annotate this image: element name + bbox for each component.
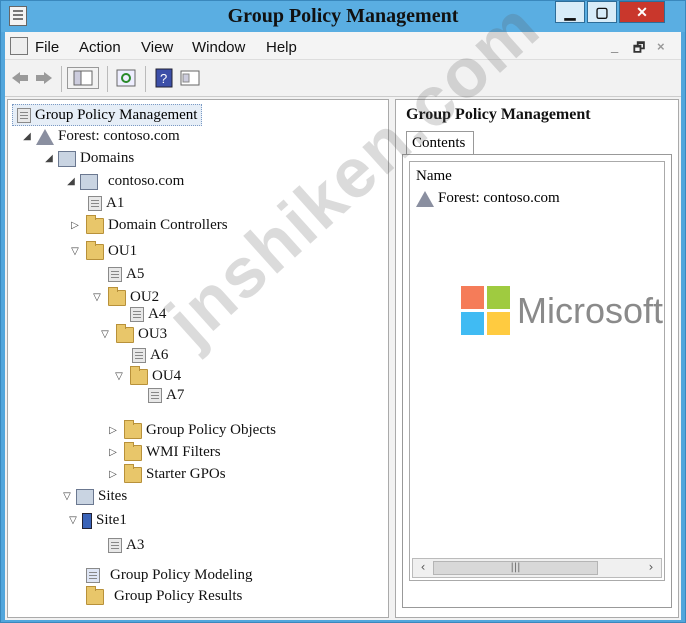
tree-node-gpo[interactable]: ▷ Group Policy Objects <box>108 419 276 439</box>
microsoft-logo-icon <box>461 286 511 336</box>
collapse-arrow-icon[interactable]: ◢ <box>44 153 54 164</box>
mdi-close-button[interactable]: × <box>657 39 665 54</box>
contents-list[interactable]: Name Forest: contoso.com ‹ ||| › <box>409 161 665 581</box>
domains-icon <box>58 150 76 167</box>
properties-icon[interactable] <box>179 67 201 89</box>
scroll-left-icon[interactable]: ‹ <box>414 560 432 576</box>
tree-node-sites[interactable]: ▽ Sites <box>62 488 127 505</box>
collapse-arrow-icon[interactable]: ▽ <box>100 329 110 340</box>
forward-arrow-icon[interactable] <box>33 67 55 89</box>
collapse-arrow-icon[interactable]: ▽ <box>68 515 78 526</box>
gpo-link-icon <box>148 388 162 403</box>
scroll-right-icon[interactable]: › <box>642 560 660 576</box>
collapse-arrow-icon[interactable]: ◢ <box>22 131 32 142</box>
details-title: Group Policy Management <box>406 106 591 123</box>
tree-node-forest[interactable]: ◢ Forest: contoso.com <box>22 128 180 145</box>
tab-contents[interactable]: Contents <box>406 131 474 155</box>
menu-bar: File Action View Window Help _ 🗗 × <box>5 32 681 60</box>
tree-node-a4[interactable]: A4 <box>130 306 166 323</box>
tree-node-domain-controllers[interactable]: ▷ Domain Controllers <box>70 214 228 234</box>
menu-file[interactable]: File <box>35 39 59 56</box>
microsoft-logo: Microsoft <box>461 286 663 336</box>
collapse-arrow-icon[interactable]: ▽ <box>70 246 80 257</box>
forest-icon <box>416 190 434 207</box>
mdi-minimize-button[interactable]: _ <box>611 39 618 54</box>
menu-view[interactable]: View <box>141 39 173 56</box>
gpo-folder-icon <box>124 419 142 439</box>
expand-arrow-icon[interactable]: ▷ <box>108 425 118 436</box>
scroll-thumb[interactable]: ||| <box>433 561 598 575</box>
tree-node-results[interactable]: Group Policy Results <box>86 585 242 605</box>
maximize-button[interactable]: ▢ <box>587 1 617 23</box>
horizontal-scrollbar[interactable]: ‹ ||| › <box>412 558 662 578</box>
tree-node-a5[interactable]: A5 <box>108 266 144 283</box>
tab-panel: Name Forest: contoso.com ‹ ||| › <box>402 154 672 608</box>
tree-node-wmi[interactable]: ▷ WMI Filters <box>108 441 221 461</box>
gpo-link-icon <box>108 267 122 282</box>
menu-help[interactable]: Help <box>266 39 297 56</box>
menu-action[interactable]: Action <box>79 39 121 56</box>
refresh-icon[interactable] <box>115 67 137 89</box>
show-hide-tree-icon[interactable] <box>67 67 99 89</box>
svg-text:?: ? <box>160 71 167 86</box>
console-icon <box>10 37 28 55</box>
tree-node-starter[interactable]: ▷ Starter GPOs <box>108 463 226 483</box>
menu-window[interactable]: Window <box>192 39 245 56</box>
collapse-arrow-icon[interactable]: ▽ <box>62 491 72 502</box>
close-button[interactable]: ✕ <box>619 1 665 23</box>
ou-folder-icon <box>86 240 104 260</box>
toolbar-separator <box>61 66 62 92</box>
tree-root-node[interactable]: Group Policy Management <box>12 104 203 126</box>
back-arrow-icon[interactable] <box>9 67 31 89</box>
tree-node-ou3[interactable]: ▽ OU3 <box>100 323 167 343</box>
expand-arrow-icon[interactable]: ▷ <box>108 447 118 458</box>
list-item[interactable]: Forest: contoso.com <box>416 190 560 207</box>
domain-icon <box>80 173 98 190</box>
ou-folder-icon <box>116 323 134 343</box>
ou-folder-icon <box>108 286 126 306</box>
sites-icon <box>76 488 94 505</box>
ou-folder-icon <box>86 214 104 234</box>
details-pane: Group Policy Management Contents Name Fo… <box>395 99 679 618</box>
tree-pane: Group Policy Management ◢ Forest: contos… <box>7 99 389 618</box>
starter-folder-icon <box>124 463 142 483</box>
tree-node-a6[interactable]: A6 <box>132 347 168 364</box>
tree-node-site1[interactable]: ▽ Site1 <box>68 512 127 529</box>
microsoft-logo-text: Microsoft <box>517 290 664 331</box>
collapse-arrow-icon[interactable]: ◢ <box>66 176 76 187</box>
gpo-link-icon <box>130 307 144 322</box>
gpo-link-icon <box>88 196 102 211</box>
tree-node-ou1[interactable]: ▽ OU1 <box>70 240 137 260</box>
expand-arrow-icon[interactable]: ▷ <box>108 469 118 480</box>
app-window: Group Policy Management ▁ ▢ ✕ File Actio… <box>0 0 686 623</box>
minimize-button[interactable]: ▁ <box>555 1 585 23</box>
collapse-arrow-icon[interactable]: ▽ <box>92 292 102 303</box>
expand-arrow-icon[interactable]: ▷ <box>70 220 80 231</box>
ou-folder-icon <box>130 365 148 385</box>
tree-node-ou2[interactable]: ▽ OU2 <box>92 286 159 306</box>
toolbar-separator <box>107 66 108 92</box>
site-icon <box>82 512 92 529</box>
tree-node-ou4[interactable]: ▽ OU4 <box>114 365 181 385</box>
modeling-icon <box>86 568 100 583</box>
tree-node-a3[interactable]: A3 <box>108 537 144 554</box>
console-icon <box>17 107 31 123</box>
toolbar: ? <box>5 61 681 97</box>
tree-node-a7[interactable]: A7 <box>148 387 184 404</box>
title-bar[interactable]: Group Policy Management ▁ ▢ ✕ <box>1 1 685 32</box>
toolbar-separator <box>145 66 146 92</box>
tree-node-modeling[interactable]: Group Policy Modeling <box>86 567 253 584</box>
gpo-link-icon <box>108 538 122 553</box>
tree-node-a1[interactable]: A1 <box>88 195 124 212</box>
help-icon[interactable]: ? <box>153 67 175 89</box>
gpo-link-icon <box>132 348 146 363</box>
tree-node-domain[interactable]: ◢ contoso.com <box>66 173 184 190</box>
forest-icon <box>36 128 54 145</box>
wmi-folder-icon <box>124 441 142 461</box>
tree-node-domains[interactable]: ◢ Domains <box>44 150 134 167</box>
column-header-name[interactable]: Name <box>416 168 452 185</box>
collapse-arrow-icon[interactable]: ▽ <box>114 371 124 382</box>
mdi-restore-button[interactable]: 🗗 <box>633 39 645 61</box>
results-icon <box>86 585 104 605</box>
